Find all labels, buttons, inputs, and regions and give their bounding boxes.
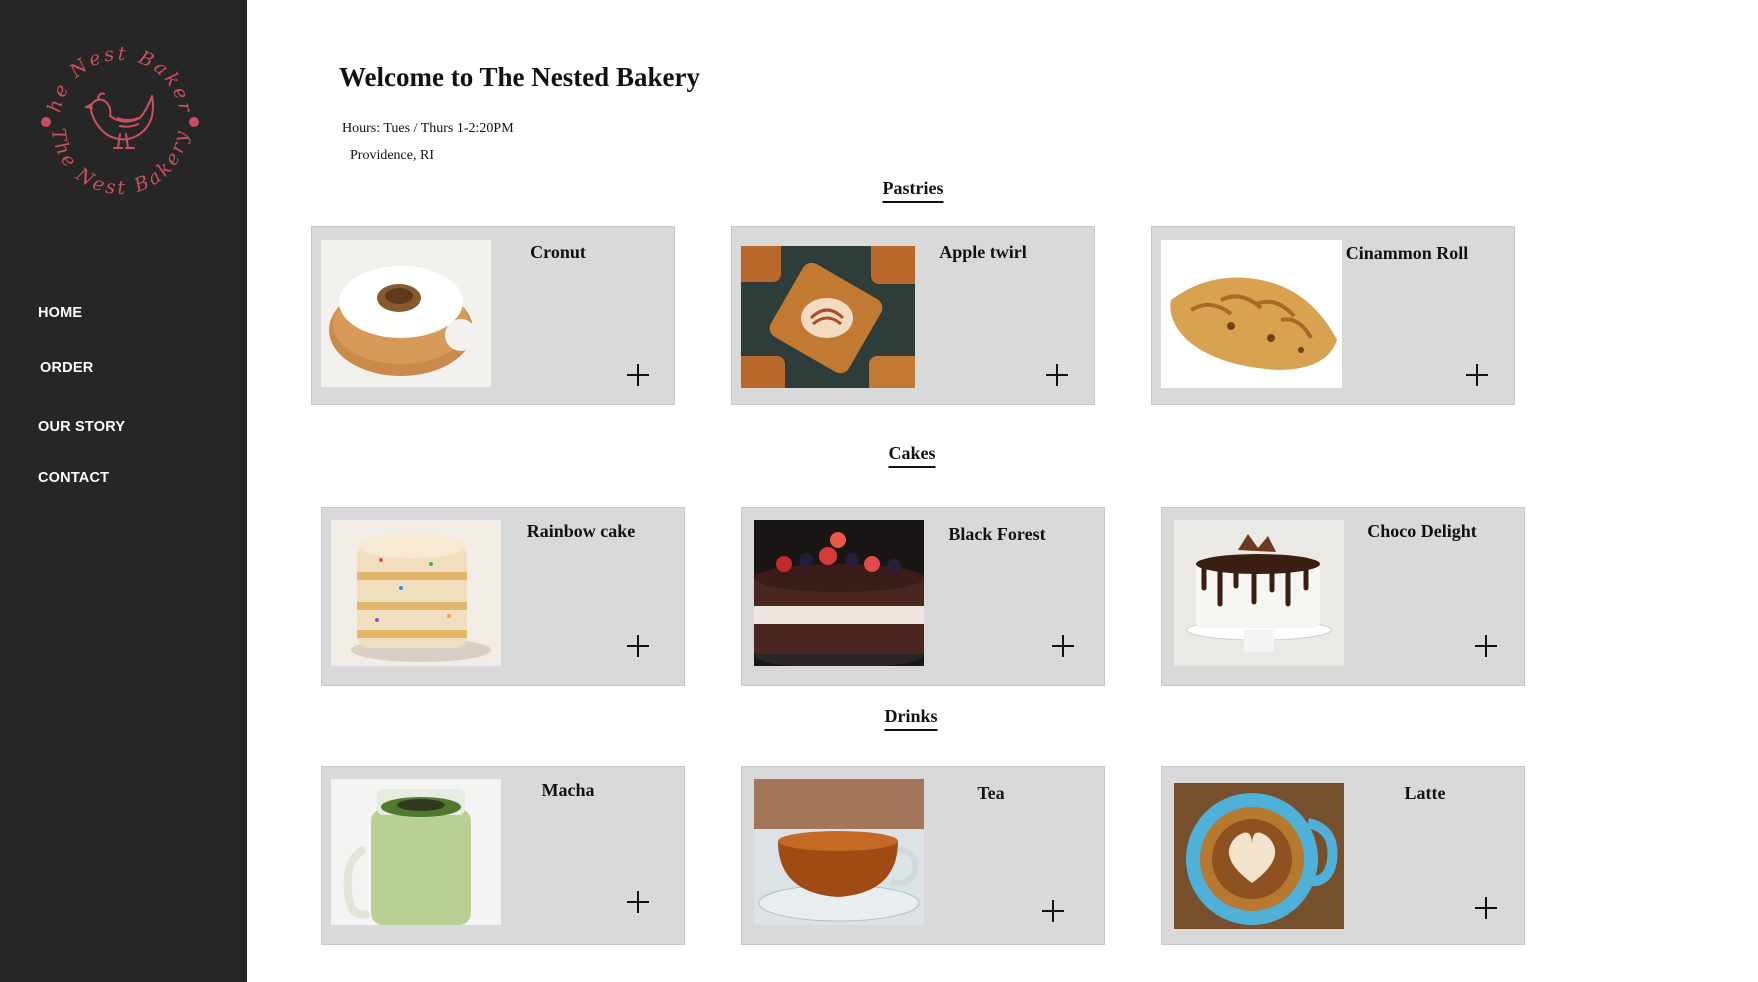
apple-twirl-photo — [741, 246, 915, 388]
hours-text: Hours: Tues / Thurs 1-2:20PM — [342, 121, 514, 136]
product-name: Tea — [977, 783, 1005, 803]
product-name: Rainbow cake — [526, 521, 636, 541]
add-to-cart-button[interactable] — [1466, 364, 1488, 386]
add-to-cart-button[interactable] — [1475, 897, 1497, 919]
cronut-photo — [321, 240, 491, 387]
product-card-apple-twirl[interactable]: Apple twirl — [731, 226, 1095, 405]
product-card-macha[interactable]: Macha — [321, 766, 685, 945]
bakery-logo[interactable]: The Nest Bakery The Nest Bakery — [26, 17, 206, 206]
sidebar: The Nest Bakery The Nest Bakery HOME ORD… — [0, 0, 247, 982]
product-name: Latte — [1404, 783, 1446, 803]
product-card-rainbow-cake[interactable]: Rainbow cake — [321, 507, 685, 686]
product-name: Cronut — [530, 242, 586, 262]
add-to-cart-button[interactable] — [1042, 900, 1064, 922]
add-to-cart-button[interactable] — [627, 891, 649, 913]
choco-delight-photo — [1174, 520, 1344, 666]
page-title: Welcome to The Nested Bakery — [339, 62, 700, 92]
add-to-cart-button[interactable] — [1475, 635, 1497, 657]
product-name: Cinammon Roll — [1345, 243, 1469, 263]
product-card-cronut[interactable]: Cronut — [311, 226, 675, 405]
section-title-drinks: Drinks — [884, 706, 938, 731]
nav-contact[interactable]: CONTACT — [38, 470, 109, 486]
black-forest-photo — [754, 520, 924, 666]
add-to-cart-button[interactable] — [1046, 364, 1068, 386]
product-name: Apple twirl — [939, 242, 1027, 262]
section-title-cakes: Cakes — [888, 443, 936, 468]
product-card-tea[interactable]: Tea — [741, 766, 1105, 945]
product-card-cinnamon-roll[interactable]: Cinammon Roll — [1151, 226, 1515, 405]
product-name: Black Forest — [948, 524, 1046, 544]
product-name: Macha — [541, 780, 595, 800]
svg-text:The Nest Bakery: The Nest Bakery — [34, 34, 197, 116]
tea-photo — [754, 779, 924, 925]
matcha-photo — [331, 779, 501, 925]
add-to-cart-button[interactable] — [627, 635, 649, 657]
location-text: Providence, RI — [350, 148, 434, 163]
product-card-choco-delight[interactable]: Choco Delight — [1161, 507, 1525, 686]
nav-home[interactable]: HOME — [38, 305, 82, 321]
add-to-cart-button[interactable] — [1052, 635, 1074, 657]
product-card-latte[interactable]: Latte — [1161, 766, 1525, 945]
add-to-cart-button[interactable] — [627, 364, 649, 386]
nav-our-story[interactable]: OUR STORY — [38, 419, 125, 435]
nav-order[interactable]: ORDER — [40, 360, 93, 376]
rainbow-cake-photo — [331, 520, 501, 666]
latte-photo — [1174, 783, 1344, 929]
cinnamon-roll-photo — [1161, 240, 1342, 388]
product-name: Choco Delight — [1367, 521, 1477, 541]
section-title-pastries: Pastries — [882, 178, 944, 203]
product-card-black-forest[interactable]: Black Forest — [741, 507, 1105, 686]
